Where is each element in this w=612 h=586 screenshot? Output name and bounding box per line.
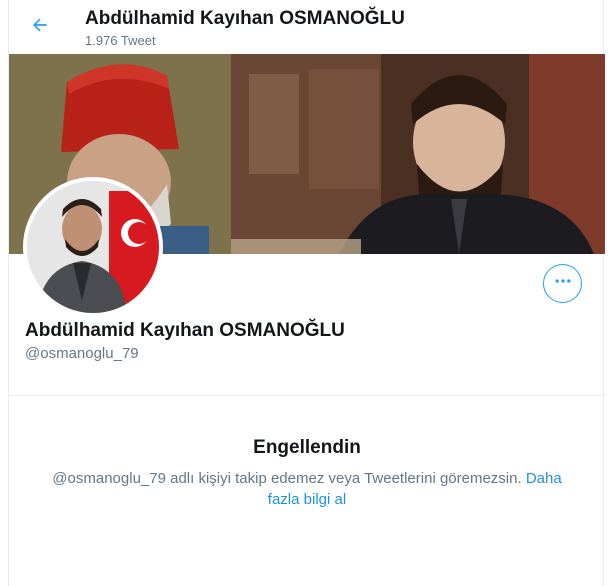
top-bar: Abdülhamid Kayıhan OSMANOĞLU 1.976 Tweet xyxy=(9,0,605,53)
more-options-button[interactable] xyxy=(543,264,582,303)
profile-handle: @osmanoglu_79 xyxy=(25,345,139,362)
blocked-title: Engellendin xyxy=(253,437,361,458)
more-dots-icon xyxy=(553,271,573,296)
back-button[interactable] xyxy=(23,10,57,44)
header-title: Abdülhamid Kayıhan OSMANOĞLU xyxy=(85,8,405,29)
profile-avatar[interactable] xyxy=(23,177,163,317)
blocked-message-text: @osmanoglu_79 adlı kişiyi takip edemez v… xyxy=(52,470,522,487)
profile-name: Abdülhamid Kayıhan OSMANOĞLU xyxy=(25,320,345,341)
profile-page: Abdülhamid Kayıhan OSMANOĞLU 1.976 Tweet xyxy=(8,0,605,586)
arrow-left-icon xyxy=(30,15,50,40)
tweet-count: 1.976 Tweet xyxy=(85,33,156,48)
blocked-message: @osmanoglu_79 adlı kişiyi takip edemez v… xyxy=(39,468,575,510)
divider xyxy=(9,395,605,396)
